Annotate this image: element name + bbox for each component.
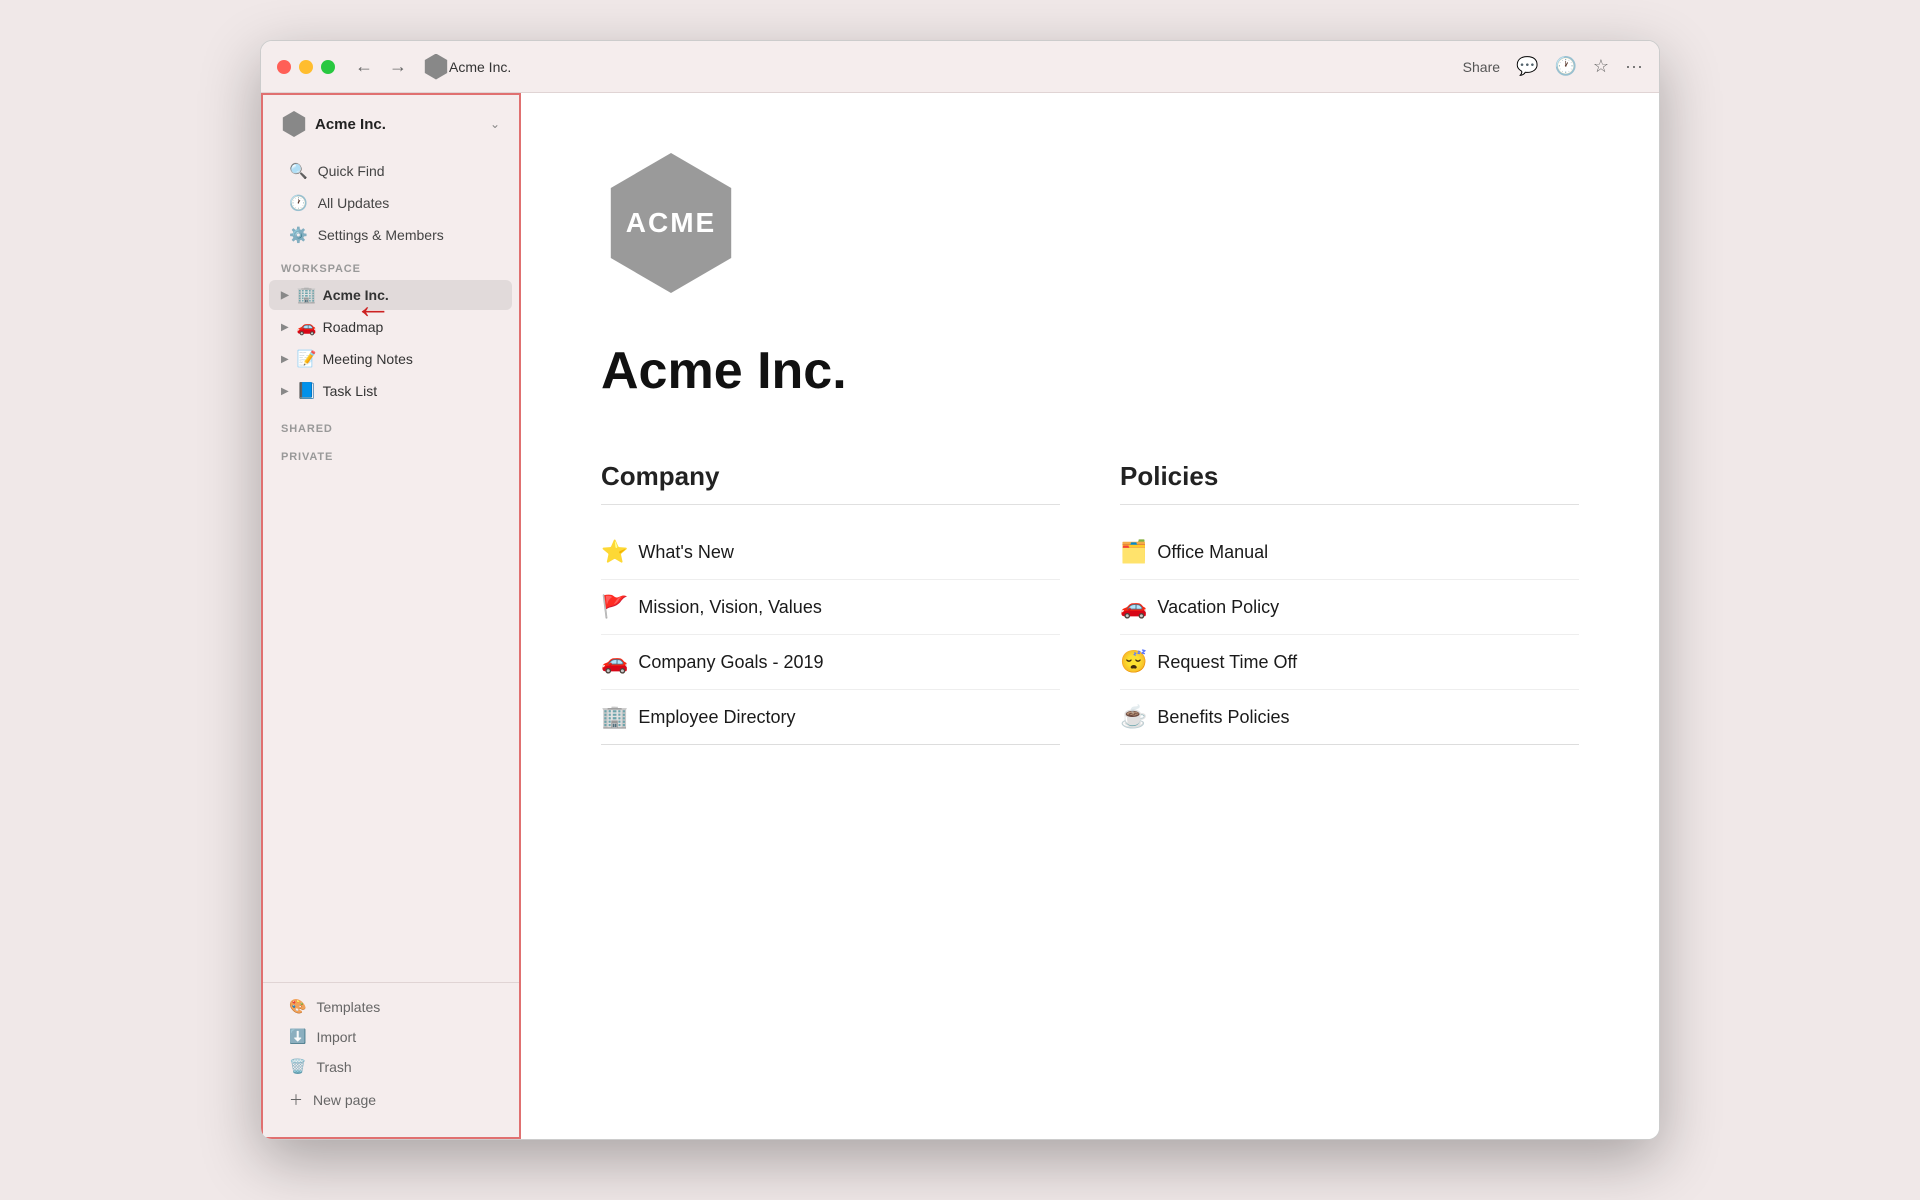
app-window: ← → Acme Inc. Share 💬 🕐 ☆ ··· Acme Inc. … — [260, 40, 1660, 1140]
shared-section-label: SHARED — [261, 411, 520, 439]
sidebar-item-acmeinc[interactable]: ▶ 🏢 Acme Inc. — [269, 280, 512, 310]
car2-emoji-icon: 🚗 — [1120, 594, 1147, 620]
window-controls — [277, 60, 335, 74]
two-col-layout: Company ⭐ What's New 🚩 Mission, Vision, … — [601, 461, 1579, 745]
car-emoji-icon: 🚗 — [601, 649, 628, 675]
import-icon: ⬇️ — [289, 1028, 306, 1045]
sidebar-top: Acme Inc. ⌄ — [261, 105, 520, 155]
company-heading: Company — [601, 461, 1060, 505]
whats-new-label: What's New — [638, 542, 733, 563]
workspace-logo-icon — [423, 54, 449, 80]
sidebar-item-templates[interactable]: 🎨 Templates — [269, 992, 512, 1021]
close-button[interactable] — [277, 60, 291, 74]
tree-arrow-icon: ▶ — [281, 322, 289, 333]
sidebar-workspace-logo — [281, 111, 307, 137]
sidebar-item-settings-label: Settings & Members — [318, 227, 444, 243]
sidebar-item-meetingnotes[interactable]: ▶ 📝 Meeting Notes — [269, 344, 512, 374]
link-mission[interactable]: 🚩 Mission, Vision, Values — [601, 580, 1060, 635]
bookmark-button[interactable]: ☆ — [1593, 56, 1609, 77]
company-section: Company ⭐ What's New 🚩 Mission, Vision, … — [601, 461, 1060, 745]
sidebar-item-tasklist[interactable]: ▶ 📘 Task List — [269, 376, 512, 406]
private-section-label: PRIVATE — [261, 439, 520, 467]
chevron-down-icon: ⌄ — [490, 117, 500, 131]
acme-emoji-icon: 🏢 — [297, 285, 317, 305]
sidebar-item-tasklist-label: Task List — [323, 383, 377, 399]
minimize-button[interactable] — [299, 60, 313, 74]
sidebar-item-roadmap[interactable]: ▶ 🚗 Roadmap — [269, 312, 512, 342]
titlebar-actions: Share 💬 🕐 ☆ ··· — [1463, 56, 1643, 77]
comment-button[interactable]: 💬 — [1516, 56, 1538, 77]
workspace-row[interactable]: Acme Inc. ⌄ — [273, 105, 508, 143]
mission-label: Mission, Vision, Values — [638, 597, 821, 618]
flag-emoji-icon: 🚩 — [601, 594, 628, 620]
sidebar-item-quickfind-label: Quick Find — [318, 163, 385, 179]
new-page-label: New page — [313, 1092, 376, 1108]
policies-heading: Policies — [1120, 461, 1579, 505]
link-vacation-policy[interactable]: 🚗 Vacation Policy — [1120, 580, 1579, 635]
building-emoji-icon: 🏢 — [601, 704, 628, 730]
page-logo-text: ACME — [626, 207, 716, 239]
plus-icon: ＋ — [289, 1090, 303, 1110]
sidebar-item-roadmap-label: Roadmap — [323, 319, 384, 335]
company-goals-label: Company Goals - 2019 — [638, 652, 823, 673]
tree-arrow-icon: ▶ — [281, 386, 289, 397]
maximize-button[interactable] — [321, 60, 335, 74]
templates-icon: 🎨 — [289, 998, 306, 1015]
workspace-section-label: WORKSPACE — [261, 251, 520, 279]
meetingnotes-emoji-icon: 📝 — [297, 349, 317, 369]
link-employee-directory[interactable]: 🏢 Employee Directory — [601, 690, 1060, 745]
star-emoji-icon: ⭐ — [601, 539, 628, 565]
updates-icon: 🕐 — [289, 194, 308, 212]
folder-emoji-icon: 🗂️ — [1120, 539, 1147, 565]
page-title: Acme Inc. — [601, 341, 1579, 401]
sidebar-item-acmeinc-label: Acme Inc. — [323, 287, 389, 303]
policies-section: Policies 🗂️ Office Manual 🚗 Vacation Pol… — [1120, 461, 1579, 745]
sidebar-item-import-label: Import — [316, 1029, 356, 1045]
office-manual-label: Office Manual — [1157, 542, 1268, 563]
link-benefits-policies[interactable]: ☕ Benefits Policies — [1120, 690, 1579, 745]
more-button[interactable]: ··· — [1625, 56, 1643, 77]
sidebar-item-templates-label: Templates — [316, 999, 380, 1015]
history-button[interactable]: 🕐 — [1554, 56, 1576, 77]
search-icon: 🔍 — [289, 162, 308, 180]
sidebar-item-trash-label: Trash — [316, 1059, 351, 1075]
coffee-emoji-icon: ☕ — [1120, 704, 1147, 730]
settings-icon: ⚙️ — [289, 226, 308, 244]
link-office-manual[interactable]: 🗂️ Office Manual — [1120, 525, 1579, 580]
employee-directory-label: Employee Directory — [638, 707, 795, 728]
content-area: ACME Acme Inc. Company ⭐ What's New 🚩 Mi… — [521, 93, 1659, 1139]
sidebar-workspace-name: Acme Inc. — [315, 116, 482, 133]
page-logo: ACME — [601, 153, 741, 293]
tree-arrow-icon: ▶ — [281, 290, 289, 301]
sleepy-emoji-icon: 😴 — [1120, 649, 1147, 675]
sidebar-item-allupdates[interactable]: 🕐 All Updates — [269, 188, 512, 218]
main-layout: Acme Inc. ⌄ 🔍 Quick Find 🕐 All Updates ⚙… — [261, 93, 1659, 1139]
sidebar-bottom: 🎨 Templates ⬇️ Import 🗑️ Trash ＋ New pag… — [261, 982, 520, 1127]
share-button[interactable]: Share — [1463, 59, 1500, 75]
link-company-goals[interactable]: 🚗 Company Goals - 2019 — [601, 635, 1060, 690]
back-button[interactable]: ← — [351, 52, 377, 81]
tree-arrow-icon: ▶ — [281, 354, 289, 365]
sidebar-item-allupdates-label: All Updates — [318, 195, 390, 211]
titlebar-title: Acme Inc. — [449, 59, 1463, 75]
link-request-time-off[interactable]: 😴 Request Time Off — [1120, 635, 1579, 690]
request-time-off-label: Request Time Off — [1157, 652, 1297, 673]
sidebar-item-trash[interactable]: 🗑️ Trash — [269, 1052, 512, 1081]
vacation-policy-label: Vacation Policy — [1157, 597, 1279, 618]
sidebar: Acme Inc. ⌄ 🔍 Quick Find 🕐 All Updates ⚙… — [261, 93, 521, 1139]
shared-section: SHARED PRIVATE — [261, 407, 520, 471]
sidebar-item-quickfind[interactable]: 🔍 Quick Find — [269, 156, 512, 186]
roadmap-emoji-icon: 🚗 — [297, 317, 317, 337]
tasklist-emoji-icon: 📘 — [297, 381, 317, 401]
new-page-button[interactable]: ＋ New page — [269, 1082, 512, 1118]
sidebar-item-import[interactable]: ⬇️ Import — [269, 1022, 512, 1051]
forward-button[interactable]: → — [385, 52, 411, 81]
trash-icon: 🗑️ — [289, 1058, 306, 1075]
sidebar-item-settings[interactable]: ⚙️ Settings & Members — [269, 220, 512, 250]
nav-buttons: ← → — [351, 52, 411, 81]
title-bar: ← → Acme Inc. Share 💬 🕐 ☆ ··· — [261, 41, 1659, 93]
sidebar-item-meetingnotes-label: Meeting Notes — [323, 351, 413, 367]
benefits-policies-label: Benefits Policies — [1157, 707, 1289, 728]
link-whats-new[interactable]: ⭐ What's New — [601, 525, 1060, 580]
